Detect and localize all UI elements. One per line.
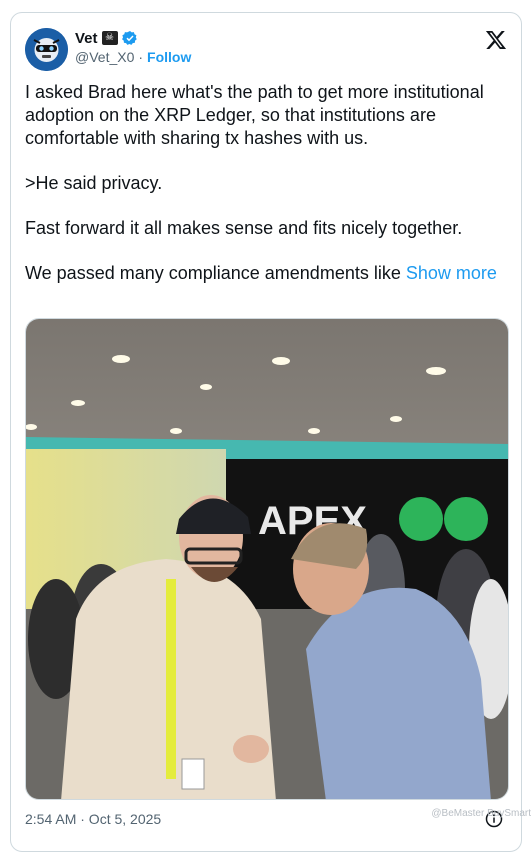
tweet-paragraph: >He said privacy. xyxy=(25,173,163,193)
tweet-paragraph-truncated: We passed many compliance amendments lik… xyxy=(25,262,505,285)
tweet-paragraph-text: We passed many compliance amendments lik… xyxy=(25,263,406,283)
x-logo-icon[interactable] xyxy=(485,29,507,51)
author-name[interactable]: Vet xyxy=(75,30,98,47)
verified-badge-icon xyxy=(121,31,137,45)
follow-button[interactable]: Follow xyxy=(147,49,191,65)
separator-dot: · xyxy=(138,49,144,65)
avatar-image xyxy=(25,28,68,71)
tweet-photo[interactable]: APEX xyxy=(25,318,509,800)
tweet-text: I asked Brad here what's the path to get… xyxy=(25,81,505,307)
skull-flag-icon: ☠ xyxy=(101,31,118,45)
author-name-row: Vet ☠ xyxy=(75,28,138,48)
tweet-paragraph: I asked Brad here what's the path to get… xyxy=(25,82,484,148)
avatar[interactable] xyxy=(25,28,68,71)
show-more-link[interactable]: Show more xyxy=(406,263,497,283)
tweet-card[interactable]: Vet ☠ @Vet_X0 · Follow I asked Brad here… xyxy=(10,12,522,852)
conference-photo: APEX xyxy=(26,319,508,799)
author-handle[interactable]: @Vet_X0 xyxy=(75,49,134,65)
tweet-timestamp[interactable]: 2:54 AM · Oct 5, 2025 xyxy=(25,811,161,827)
watermark: @BeMaster BuySmart xyxy=(431,808,531,819)
tweet-paragraph: Fast forward it all makes sense and fits… xyxy=(25,218,463,238)
author-handle-row: @Vet_X0 · Follow xyxy=(75,49,191,65)
